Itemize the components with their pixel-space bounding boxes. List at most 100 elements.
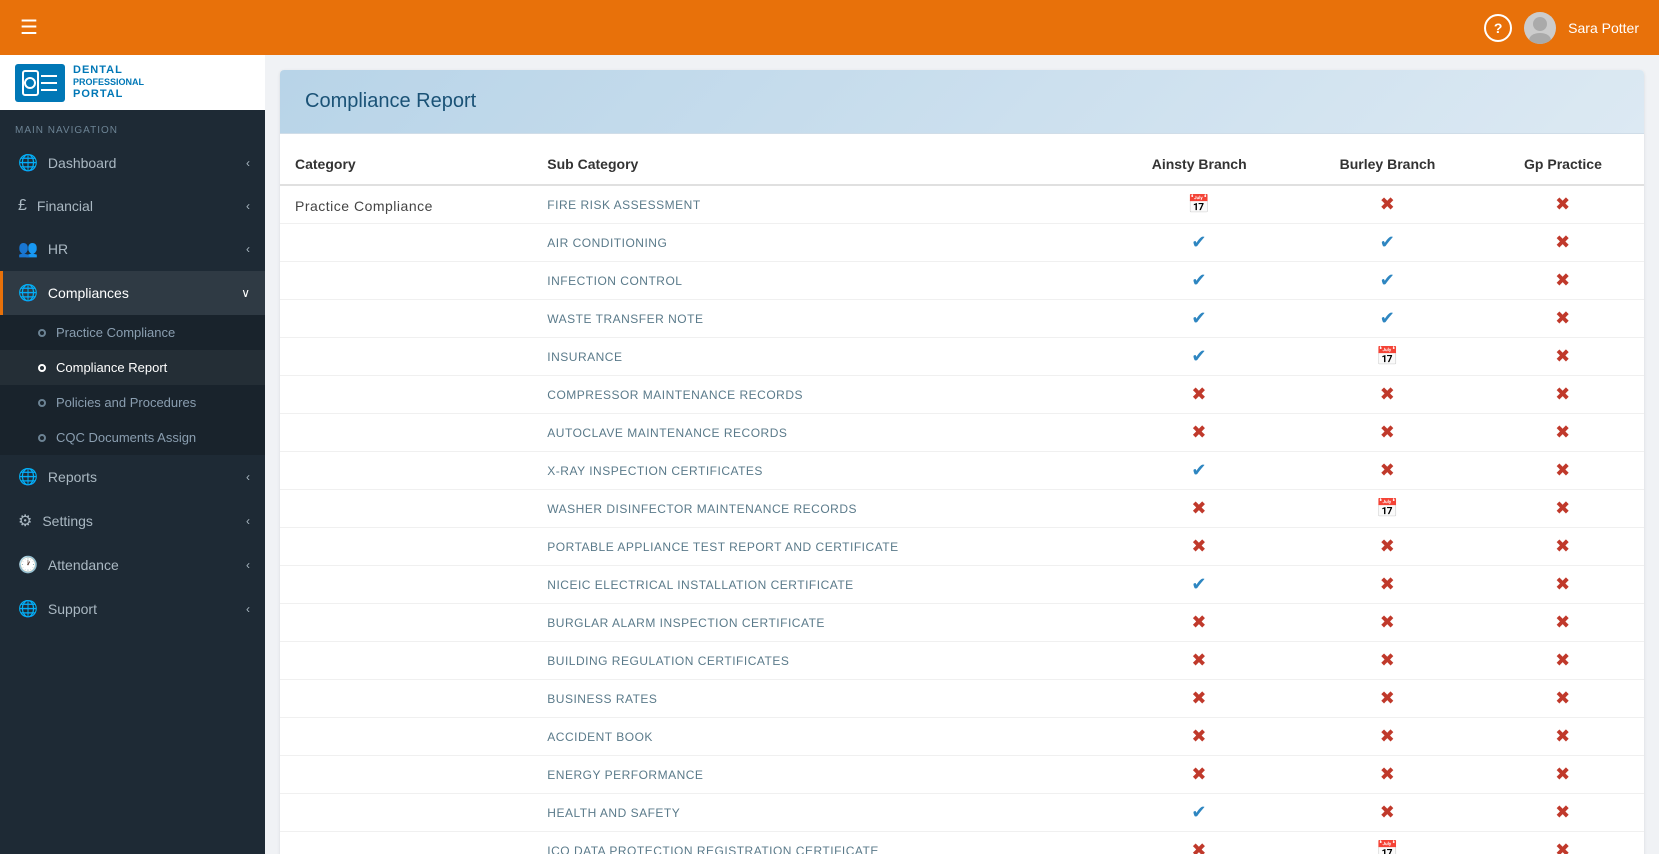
cell-category — [280, 376, 532, 414]
cell-ainsty: ✔ — [1105, 262, 1293, 300]
cell-gp: ✖ — [1482, 300, 1644, 338]
cross-icon: ✖ — [1555, 308, 1571, 328]
table-row: WASHER DISINFECTOR MAINTENANCE RECORDS ✖… — [280, 490, 1644, 528]
cell-subcategory: WASTE TRANSFER NOTE — [532, 300, 1105, 338]
sidebar-item-dashboard-label: Dashboard — [48, 155, 117, 171]
sidebar-item-support[interactable]: 🌐 Support ‹ — [0, 587, 265, 631]
sidebar-item-cqc-documents[interactable]: CQC Documents Assign — [0, 420, 265, 455]
report-title: Compliance Report — [305, 90, 1619, 113]
table-row: INFECTION CONTROL ✔ ✔ ✖ — [280, 262, 1644, 300]
check-icon: ✔ — [1380, 232, 1396, 252]
hamburger-menu[interactable]: ☰ — [20, 15, 38, 40]
cell-gp: ✖ — [1482, 528, 1644, 566]
chevron-icon: ‹ — [246, 242, 250, 256]
attendance-icon: 🕐 — [18, 555, 38, 575]
chevron-down-icon: ∨ — [241, 286, 250, 300]
cell-ainsty: ✔ — [1105, 452, 1293, 490]
sidebar-item-dashboard[interactable]: 🌐 Dashboard ‹ — [0, 141, 265, 185]
sidebar-item-compliances[interactable]: 🌐 Compliances ∨ — [0, 271, 265, 315]
sidebar-item-reports[interactable]: 🌐 Reports ‹ — [0, 455, 265, 499]
check-icon: ✔ — [1380, 308, 1396, 328]
cell-subcategory: HEALTH AND SAFETY — [532, 794, 1105, 832]
chevron-icon: ‹ — [246, 470, 250, 484]
top-nav-left: ☰ — [20, 15, 38, 40]
cell-burley: ✖ — [1293, 794, 1482, 832]
sidebar-item-attendance[interactable]: 🕐 Attendance ‹ — [0, 543, 265, 587]
cell-ainsty: ✔ — [1105, 224, 1293, 262]
compliance-table: Category Sub Category Ainsty Branch Burl… — [280, 144, 1644, 854]
sidebar-item-practice-compliance[interactable]: Practice Compliance — [0, 315, 265, 350]
cell-gp: ✖ — [1482, 224, 1644, 262]
col-burley: Burley Branch — [1293, 144, 1482, 185]
calendar-icon: 📅 — [1376, 346, 1399, 366]
cell-gp: ✖ — [1482, 185, 1644, 224]
circle-icon — [38, 364, 46, 372]
cell-burley: ✖ — [1293, 642, 1482, 680]
sidebar-item-compliance-report[interactable]: Compliance Report — [0, 350, 265, 385]
compliances-icon: 🌐 — [18, 283, 38, 303]
table-row: X-RAY INSPECTION CERTIFICATES ✔ ✖ ✖ — [280, 452, 1644, 490]
sidebar-item-financial[interactable]: £ Financial ‹ — [0, 185, 265, 227]
table-row: BUSINESS RATES ✖ ✖ ✖ — [280, 680, 1644, 718]
cell-ainsty: ✖ — [1105, 718, 1293, 756]
cell-ainsty: ✖ — [1105, 680, 1293, 718]
cell-category — [280, 794, 532, 832]
cell-ainsty: ✖ — [1105, 414, 1293, 452]
check-icon: ✔ — [1191, 270, 1207, 290]
check-icon: ✔ — [1191, 308, 1207, 328]
cell-burley: ✔ — [1293, 224, 1482, 262]
help-icon[interactable]: ? — [1484, 14, 1512, 42]
table-row: PORTABLE APPLIANCE TEST REPORT AND CERTI… — [280, 528, 1644, 566]
cross-icon: ✖ — [1555, 688, 1571, 708]
sidebar-item-hr-label: HR — [48, 241, 68, 257]
report-header: Compliance Report — [280, 70, 1644, 134]
chevron-icon: ‹ — [246, 156, 250, 170]
cross-icon: ✖ — [1555, 460, 1571, 480]
check-icon: ✔ — [1191, 232, 1207, 252]
cross-icon: ✖ — [1191, 840, 1207, 854]
cell-gp: ✖ — [1482, 262, 1644, 300]
cell-burley: ✖ — [1293, 414, 1482, 452]
col-gp: Gp Practice — [1482, 144, 1644, 185]
logo-area: DENTAL PROFESSIONAL PORTAL — [0, 55, 265, 110]
calendar-icon: 📅 — [1376, 840, 1399, 854]
cell-subcategory: INSURANCE — [532, 338, 1105, 376]
cell-gp: ✖ — [1482, 756, 1644, 794]
cell-burley: ✖ — [1293, 528, 1482, 566]
cell-category — [280, 300, 532, 338]
chevron-icon: ‹ — [246, 558, 250, 572]
report-card: Compliance Report Category Sub Category … — [280, 70, 1644, 854]
cell-subcategory: BUILDING REGULATION CERTIFICATES — [532, 642, 1105, 680]
cell-gp: ✖ — [1482, 338, 1644, 376]
cell-subcategory: ENERGY PERFORMANCE — [532, 756, 1105, 794]
chevron-icon: ‹ — [246, 514, 250, 528]
cross-icon: ✖ — [1555, 650, 1571, 670]
cross-icon: ✖ — [1191, 764, 1207, 784]
sidebar-item-hr[interactable]: 👥 HR ‹ — [0, 227, 265, 271]
reports-icon: 🌐 — [18, 467, 38, 487]
cell-gp: ✖ — [1482, 452, 1644, 490]
cell-gp: ✖ — [1482, 376, 1644, 414]
cell-category — [280, 718, 532, 756]
sidebar: DENTAL PROFESSIONAL PORTAL MAIN NAVIGATI… — [0, 55, 265, 854]
sidebar-item-policies-procedures[interactable]: Policies and Procedures — [0, 385, 265, 420]
cell-subcategory: FIRE RISK ASSESSMENT — [532, 185, 1105, 224]
cross-icon: ✖ — [1380, 422, 1396, 442]
main-content: Compliance Report Category Sub Category … — [265, 55, 1659, 854]
sidebar-item-settings[interactable]: ⚙ Settings ‹ — [0, 499, 265, 543]
cell-subcategory: NICEIC ELECTRICAL INSTALLATION CERTIFICA… — [532, 566, 1105, 604]
check-icon: ✔ — [1380, 270, 1396, 290]
table-row: AIR CONDITIONING ✔ ✔ ✖ — [280, 224, 1644, 262]
table-row: ICO DATA PROTECTION REGISTRATION CERTIFI… — [280, 832, 1644, 854]
cell-subcategory: AUTOCLAVE MAINTENANCE RECORDS — [532, 414, 1105, 452]
check-icon: ✔ — [1191, 802, 1207, 822]
cell-category — [280, 262, 532, 300]
cell-category — [280, 642, 532, 680]
practice-compliance-label: Practice Compliance — [56, 325, 175, 340]
col-category: Category — [280, 144, 532, 185]
financial-icon: £ — [18, 197, 27, 215]
col-ainsty: Ainsty Branch — [1105, 144, 1293, 185]
cell-category — [280, 338, 532, 376]
cell-gp: ✖ — [1482, 414, 1644, 452]
cross-icon: ✖ — [1380, 802, 1396, 822]
